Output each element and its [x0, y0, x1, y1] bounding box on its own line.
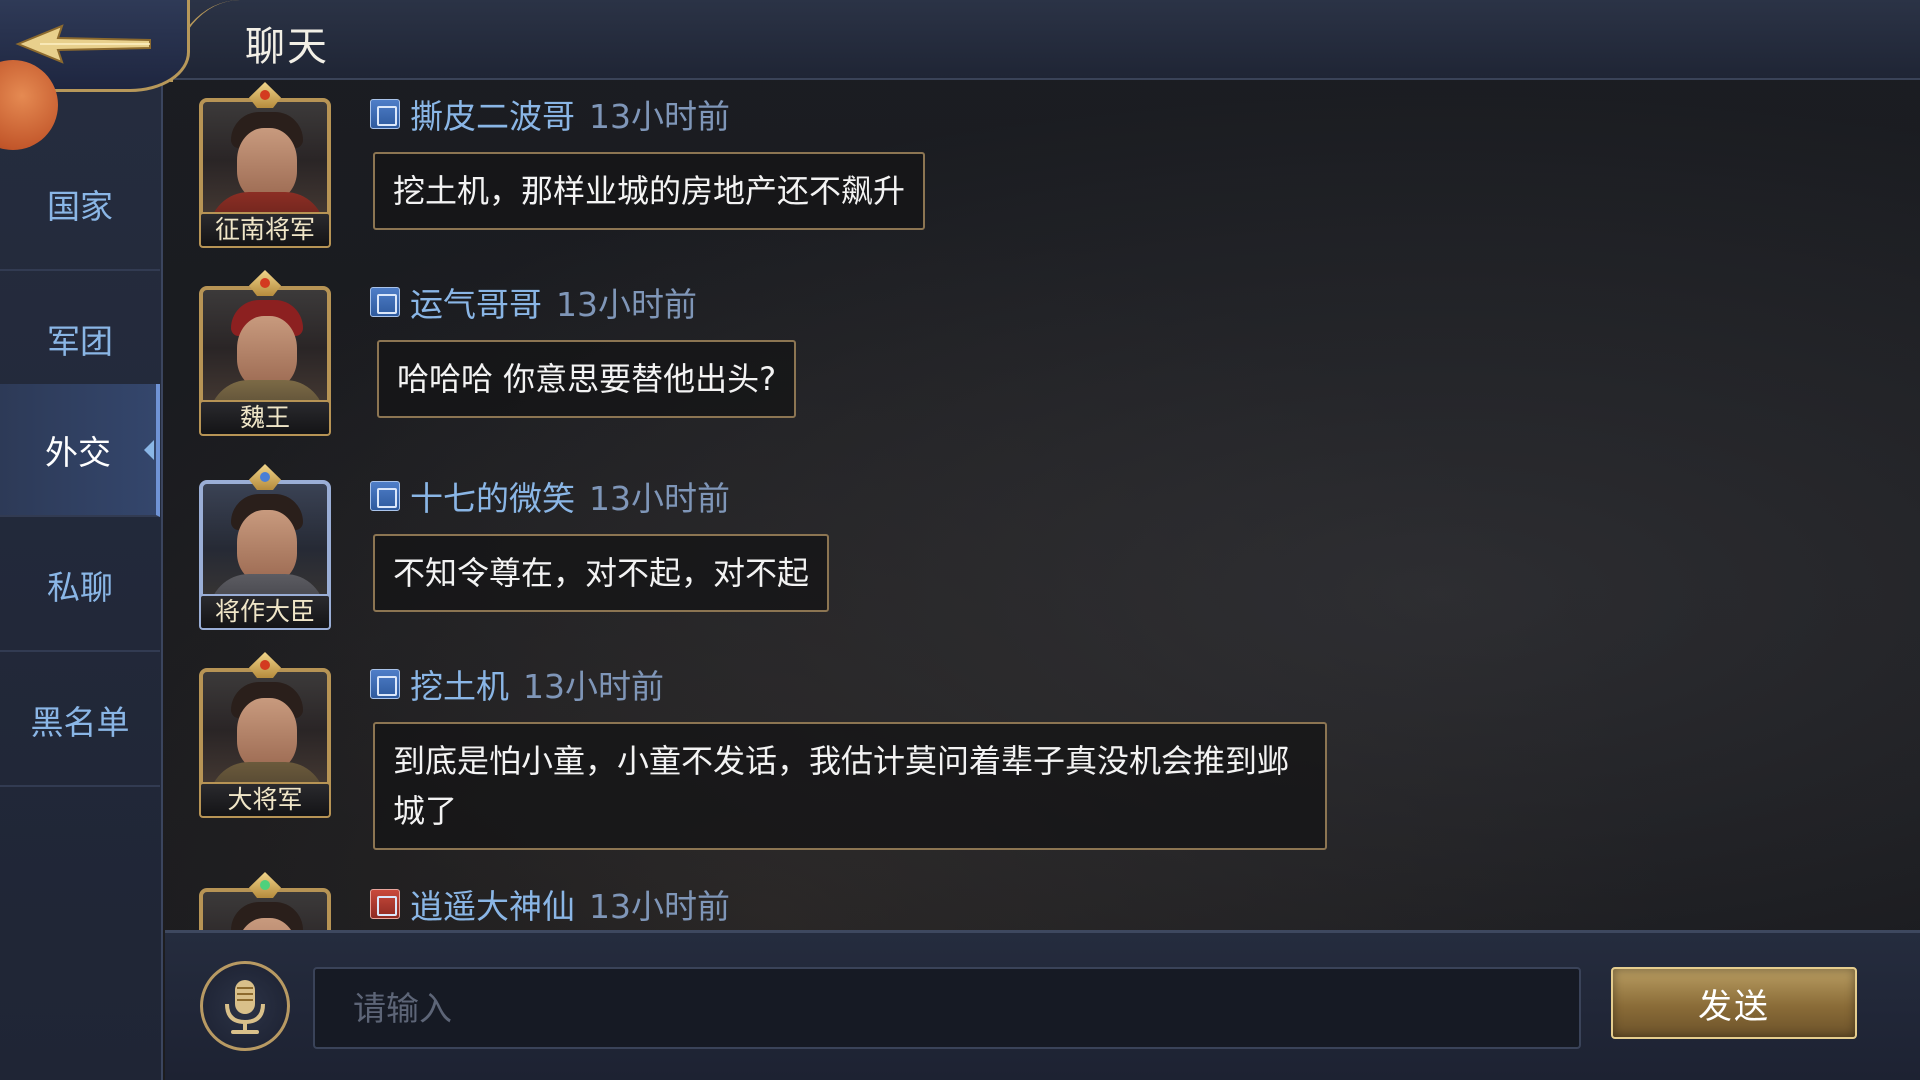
input-bar: 发送	[165, 930, 1920, 1080]
wei-faction-icon	[370, 481, 400, 511]
sender-name[interactable]: 挖土机	[410, 660, 509, 708]
tab-label: 外交	[45, 432, 111, 472]
message-bubble: 哈哈哈 你意思要替他出头?	[377, 340, 797, 418]
sender-name[interactable]: 逍遥大神仙	[410, 880, 575, 928]
send-button[interactable]: 发送	[1611, 967, 1857, 1039]
sender-name[interactable]: 撕皮二波哥	[410, 90, 575, 138]
tab-blacklist[interactable]: 黑名单	[0, 654, 160, 787]
avatar[interactable]: 将作大臣	[185, 464, 345, 636]
official-title: 将作大臣	[199, 594, 331, 630]
sender-name[interactable]: 十七的微笑	[410, 472, 575, 520]
sender-name[interactable]: 运气哥哥	[410, 278, 542, 326]
voice-input-button[interactable]	[200, 961, 290, 1051]
message-time: 13小时前	[523, 667, 664, 706]
message-time: 13小时前	[589, 97, 730, 136]
active-tab-indicator-icon	[144, 439, 154, 460]
tab-country[interactable]: 国家	[0, 138, 160, 271]
header-bar: 聊天	[0, 0, 1920, 82]
tab-diplomacy[interactable]: 外交	[0, 384, 160, 517]
avatar[interactable]: 征南将军	[185, 82, 345, 254]
wei-faction-icon	[370, 669, 400, 699]
avatar[interactable]: 大将军	[185, 652, 345, 824]
tab-private-chat[interactable]: 私聊	[0, 519, 160, 652]
microphone-icon	[225, 980, 265, 1034]
message-input[interactable]	[313, 967, 1581, 1049]
message-bubble: 不知令尊在，对不起，对不起	[373, 534, 830, 612]
wei-faction-icon	[370, 99, 400, 129]
wu-faction-icon	[370, 889, 400, 919]
message-header: 运气哥哥 13小时前	[370, 282, 697, 324]
message-header: 撕皮二波哥 13小时前	[370, 94, 730, 136]
wei-faction-icon	[370, 287, 400, 317]
tab-label: 黑名单	[30, 702, 130, 742]
tab-label: 私聊	[47, 567, 113, 607]
message-time: 13小时前	[589, 887, 730, 926]
message-time: 13小时前	[589, 479, 730, 518]
tab-label: 军团	[47, 321, 113, 361]
official-title: 征南将军	[199, 212, 331, 248]
message-bubble: 挖土机，那样业城的房地产还不飙升	[373, 152, 926, 230]
chat-screen: 聊天 国家 军团 外交 私聊 黑名单 征南将军 撕皮二波哥 13小时前 挖土机，…	[0, 0, 1920, 1080]
tab-label: 国家	[47, 186, 113, 226]
avatar[interactable]	[185, 872, 345, 930]
message-header: 挖土机 13小时前	[370, 664, 664, 706]
message-header: 十七的微笑 13小时前	[370, 476, 730, 518]
official-title: 魏王	[199, 400, 331, 436]
message-list[interactable]: 征南将军 撕皮二波哥 13小时前 挖土机，那样业城的房地产还不飙升 魏王 运气哥…	[165, 82, 1920, 930]
sidebar: 国家 军团 外交 私聊 黑名单	[0, 82, 163, 1080]
message-time: 13小时前	[556, 285, 697, 324]
message-header: 逍遥大神仙 13小时前	[370, 884, 730, 926]
message-bubble: 到底是怕小童，小童不发话，我估计莫问着辈子真没机会推到邺城了	[373, 722, 1327, 850]
page-title: 聊天	[245, 24, 329, 70]
avatar[interactable]: 魏王	[185, 270, 345, 442]
official-title: 大将军	[199, 782, 331, 818]
